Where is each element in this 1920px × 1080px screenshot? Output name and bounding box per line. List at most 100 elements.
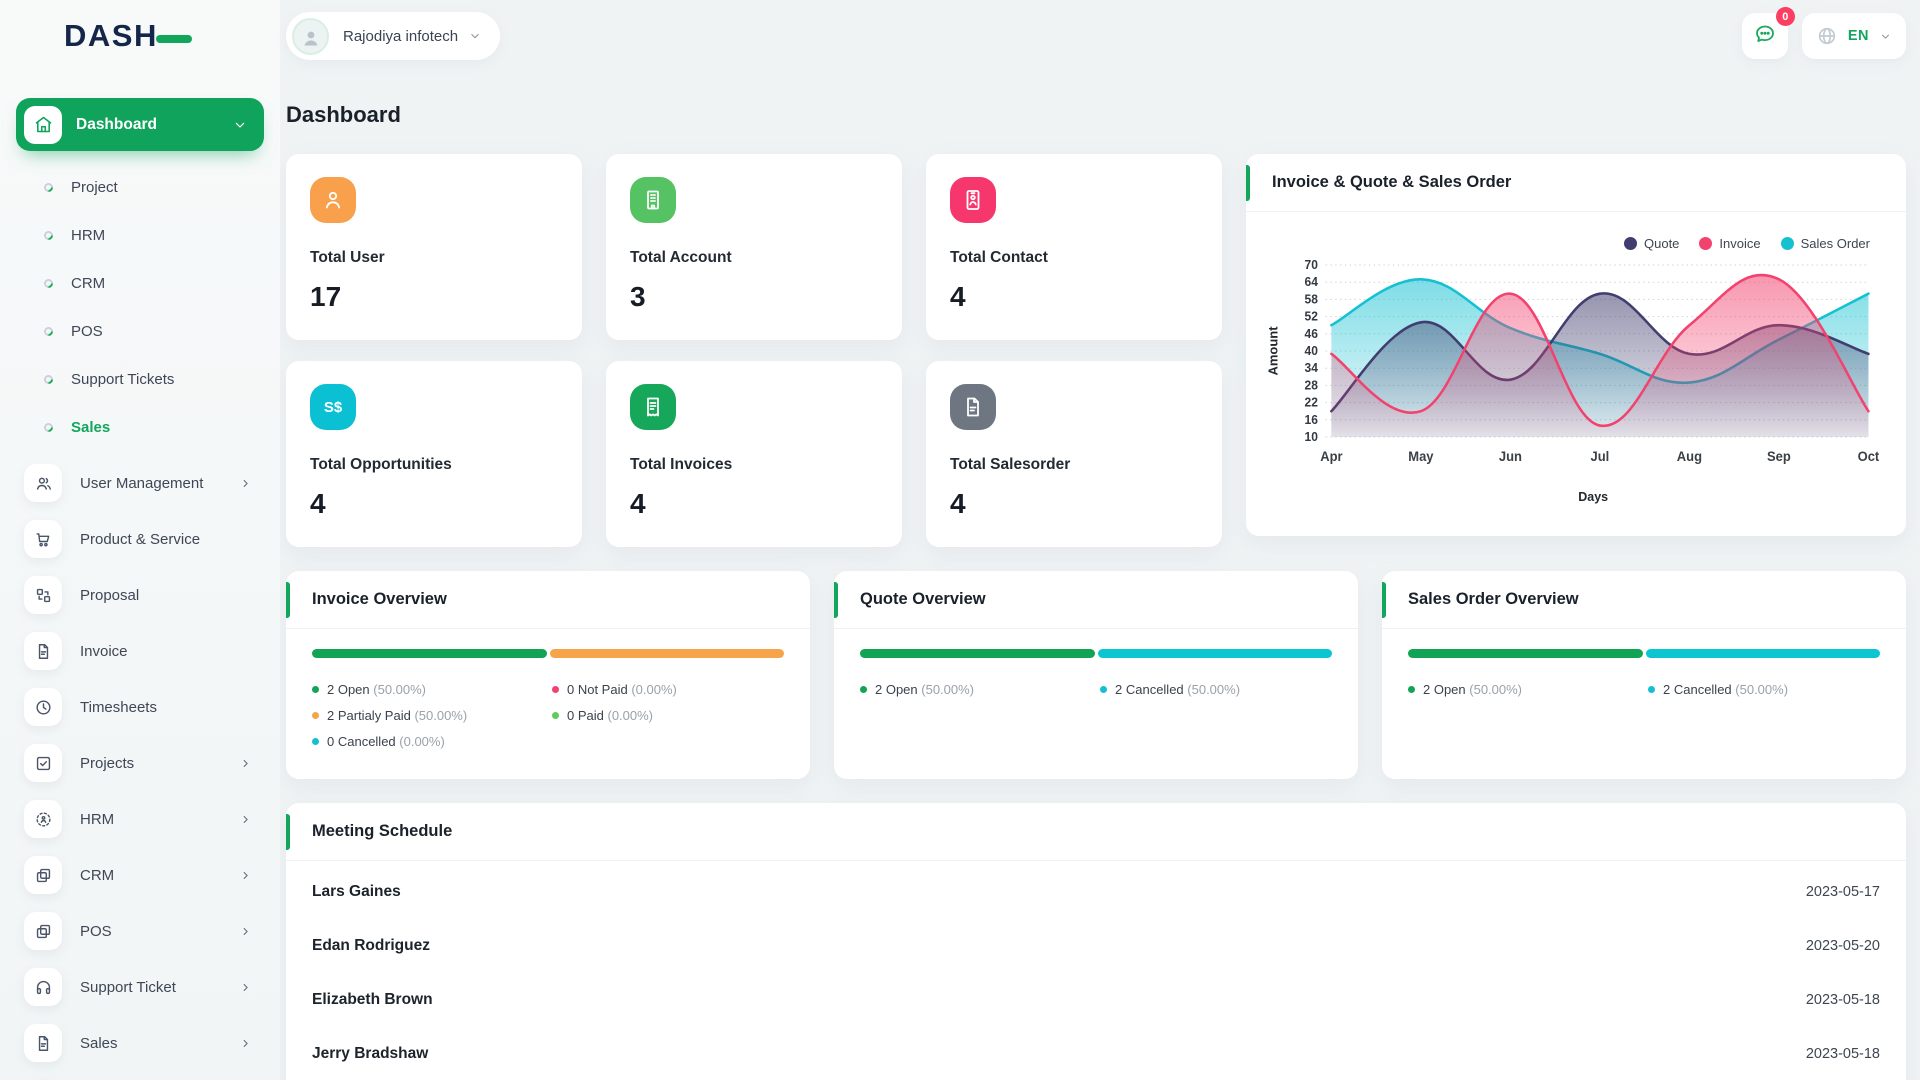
sidebar-item-crm[interactable]: CRM <box>0 847 280 903</box>
sidebar-item-invoice[interactable]: Invoice <box>0 623 280 679</box>
svg-text:Apr: Apr <box>1320 449 1342 464</box>
logo-text: DASH <box>64 18 158 54</box>
legend-dot <box>312 738 319 745</box>
home-icon <box>24 106 62 144</box>
sidebar-subitem-hrm[interactable]: HRM <box>0 211 280 259</box>
dashboard-submenu: Project HRM CRM POS Support Tickets Sale… <box>0 163 280 451</box>
chart-title: Invoice & Quote & Sales Order <box>1272 173 1511 192</box>
chevron-right-icon <box>239 757 252 770</box>
main-content: Dashboard Total User 17 Total Account 3 … <box>280 72 1920 1080</box>
stat-label: Total Invoices <box>630 456 878 474</box>
meeting-name: Lars Gaines <box>312 883 401 901</box>
svg-text:28: 28 <box>1305 378 1319 392</box>
stat-value: 4 <box>310 488 558 520</box>
meeting-date: 2023-05-20 <box>1806 938 1880 954</box>
chevron-right-icon <box>239 981 252 994</box>
progress-bar <box>1408 649 1880 658</box>
meeting-row: Elizabeth Brown 2023-05-18 <box>312 973 1880 1027</box>
sidebar-item-projects[interactable]: Projects <box>0 735 280 791</box>
svg-text:64: 64 <box>1305 275 1319 289</box>
sidebar-item-label: HRM <box>80 811 239 828</box>
stat-label: Total Salesorder <box>950 456 1198 474</box>
sidebar-subitem-pos[interactable]: POS <box>0 307 280 355</box>
legend-label: Quote <box>1644 236 1679 251</box>
sidebar-item-dashboard[interactable]: Dashboard <box>16 98 264 151</box>
overview-legend-item: 2 Open (50.00%) <box>1408 682 1640 697</box>
sidebar-item-proposal[interactable]: Proposal <box>0 567 280 623</box>
chevron-down-icon <box>232 117 248 133</box>
legend-item-invoice[interactable]: Invoice <box>1699 236 1760 251</box>
svg-text:Jun: Jun <box>1499 449 1522 464</box>
overview-card-sales-order-overview: Sales Order Overview 2 Open (50.00%) 2 C… <box>1382 571 1906 779</box>
svg-text:16: 16 <box>1305 413 1319 427</box>
sidebar-item-label: Product & Service <box>80 531 252 548</box>
card-accent-bar <box>1246 165 1250 201</box>
sidebar-subitem-project[interactable]: Project <box>0 163 280 211</box>
messages-button[interactable]: 0 <box>1742 13 1788 59</box>
overview-legend-item: 2 Cancelled (50.00%) <box>1648 682 1880 697</box>
bullet-icon <box>42 325 55 338</box>
sidebar-item-label: Dashboard <box>76 116 232 134</box>
chevron-right-icon <box>239 925 252 938</box>
sidebar-item-contract[interactable]: Contract <box>0 1071 280 1080</box>
svg-text:22: 22 <box>1305 395 1319 409</box>
bullet-icon <box>42 373 55 386</box>
overview-legend-item: 2 Cancelled (50.00%) <box>1100 682 1332 697</box>
bullet-icon <box>42 277 55 290</box>
document-icon <box>950 384 996 430</box>
sidebar-subitem-label: POS <box>71 323 103 340</box>
legend-item-quote[interactable]: Quote <box>1624 236 1679 251</box>
overview-card-invoice-overview: Invoice Overview 2 Open (50.00%) 0 Not P… <box>286 571 810 779</box>
sidebar-subitem-label: Project <box>71 179 118 196</box>
sidebar-item-label: Proposal <box>80 587 252 604</box>
legend-label: Sales Order <box>1801 236 1870 251</box>
sidebar-item-hrm[interactable]: HRM <box>0 791 280 847</box>
sidebar-item-label: Sales <box>80 1035 239 1052</box>
sidebar: DASH Dashboard Project HRM CRM POS Suppo… <box>0 0 280 1080</box>
page-title: Dashboard <box>286 102 1906 128</box>
legend-dot <box>1648 686 1655 693</box>
overview-legend: 2 Open (50.00%) 0 Not Paid (0.00%) 2 Par… <box>312 682 784 749</box>
chevron-down-icon <box>468 29 482 43</box>
clock-icon <box>24 688 62 726</box>
checkbox-icon <box>24 744 62 782</box>
stat-label: Total Opportunities <box>310 456 558 474</box>
overview-legend-item: 0 Not Paid (0.00%) <box>552 682 784 697</box>
overview-legend: 2 Open (50.00%) 2 Cancelled (50.00%) <box>860 682 1332 697</box>
meeting-date: 2023-05-17 <box>1806 884 1880 900</box>
sidebar-subitem-label: CRM <box>71 275 105 292</box>
legend-dot <box>1100 686 1107 693</box>
sidebar-item-label: Timesheets <box>80 699 252 716</box>
overview-card-quote-overview: Quote Overview 2 Open (50.00%) 2 Cancell… <box>834 571 1358 779</box>
company-selector[interactable]: Rajodiya infotech <box>286 12 500 60</box>
sidebar-item-timesheets[interactable]: Timesheets <box>0 679 280 735</box>
sidebar-item-label: User Management <box>80 475 239 492</box>
svg-text:Aug: Aug <box>1677 449 1702 464</box>
sidebar-item-user-management[interactable]: User Management <box>0 455 280 511</box>
overview-legend-item: 2 Open (50.00%) <box>860 682 1092 697</box>
sidebar-item-pos[interactable]: POS <box>0 903 280 959</box>
sidebar-subitem-crm[interactable]: CRM <box>0 259 280 307</box>
svg-text:10: 10 <box>1305 430 1319 444</box>
top-header: Rajodiya infotech 0 EN <box>280 0 1920 72</box>
sidebar-item-product-service[interactable]: Product & Service <box>0 511 280 567</box>
legend-text: 2 Open (50.00%) <box>1423 682 1522 697</box>
sidebar-item-support-ticket[interactable]: Support Ticket <box>0 959 280 1015</box>
card-accent-bar <box>286 814 290 850</box>
person-target-icon <box>24 800 62 838</box>
legend-dot <box>1781 237 1794 250</box>
sidebar-item-sales[interactable]: Sales <box>0 1015 280 1071</box>
legend-item-sales-order[interactable]: Sales Order <box>1781 236 1870 251</box>
language-selector[interactable]: EN <box>1802 13 1906 59</box>
sidebar-subitem-sales[interactable]: Sales <box>0 403 280 451</box>
legend-text: 0 Cancelled (0.00%) <box>327 734 445 749</box>
stat-card-total-opportunities: S$ Total Opportunities 4 <box>286 361 582 547</box>
overview-legend-item: 2 Partialy Paid (50.00%) <box>312 708 544 723</box>
avatar <box>292 18 329 55</box>
svg-text:40: 40 <box>1305 344 1319 358</box>
overview-title: Quote Overview <box>860 590 986 609</box>
meeting-row: Jerry Bradshaw 2023-05-18 <box>312 1027 1880 1080</box>
sidebar-subitem-support-tickets[interactable]: Support Tickets <box>0 355 280 403</box>
app-logo[interactable]: DASH <box>0 0 280 72</box>
document-icon <box>24 632 62 670</box>
